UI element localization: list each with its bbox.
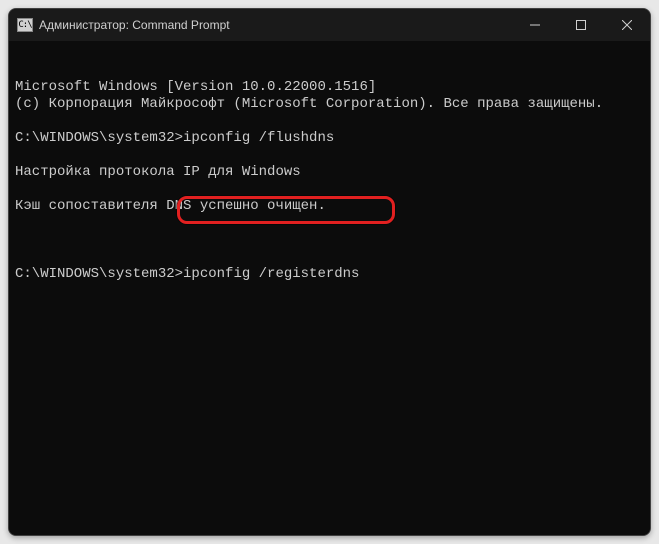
terminal-line: (c) Корпорация Майкрософт (Microsoft Cor… bbox=[15, 96, 644, 113]
terminal-line bbox=[15, 113, 644, 130]
window-controls bbox=[512, 9, 650, 41]
cursor bbox=[359, 267, 367, 282]
minimize-button[interactable] bbox=[512, 9, 558, 41]
titlebar[interactable]: C:\ Администратор: Command Prompt bbox=[9, 9, 650, 41]
terminal-line bbox=[15, 147, 644, 164]
terminal-output[interactable]: Microsoft Windows [Version 10.0.22000.15… bbox=[9, 41, 650, 535]
terminal-line bbox=[15, 215, 644, 232]
maximize-button[interactable] bbox=[558, 9, 604, 41]
close-button[interactable] bbox=[604, 9, 650, 41]
terminal-line bbox=[15, 181, 644, 198]
cmd-icon: C:\ bbox=[17, 18, 33, 32]
active-command: ipconfig /registerdns bbox=[183, 266, 359, 282]
terminal-line: Кэш сопоставителя DNS успешно очищен. bbox=[15, 198, 644, 215]
terminal-line: C:\WINDOWS\system32>ipconfig /flushdns bbox=[15, 130, 644, 147]
prompt-text: C:\WINDOWS\system32> bbox=[15, 266, 183, 282]
terminal-line: Настройка протокола IP для Windows bbox=[15, 164, 644, 181]
terminal-lines: Microsoft Windows [Version 10.0.22000.15… bbox=[15, 79, 644, 232]
window-title: Администратор: Command Prompt bbox=[39, 18, 230, 32]
terminal-line: Microsoft Windows [Version 10.0.22000.15… bbox=[15, 79, 644, 96]
active-prompt-line: C:\WINDOWS\system32>ipconfig /registerdn… bbox=[15, 266, 644, 283]
command-prompt-window: C:\ Администратор: Command Prompt Micros… bbox=[8, 8, 651, 536]
